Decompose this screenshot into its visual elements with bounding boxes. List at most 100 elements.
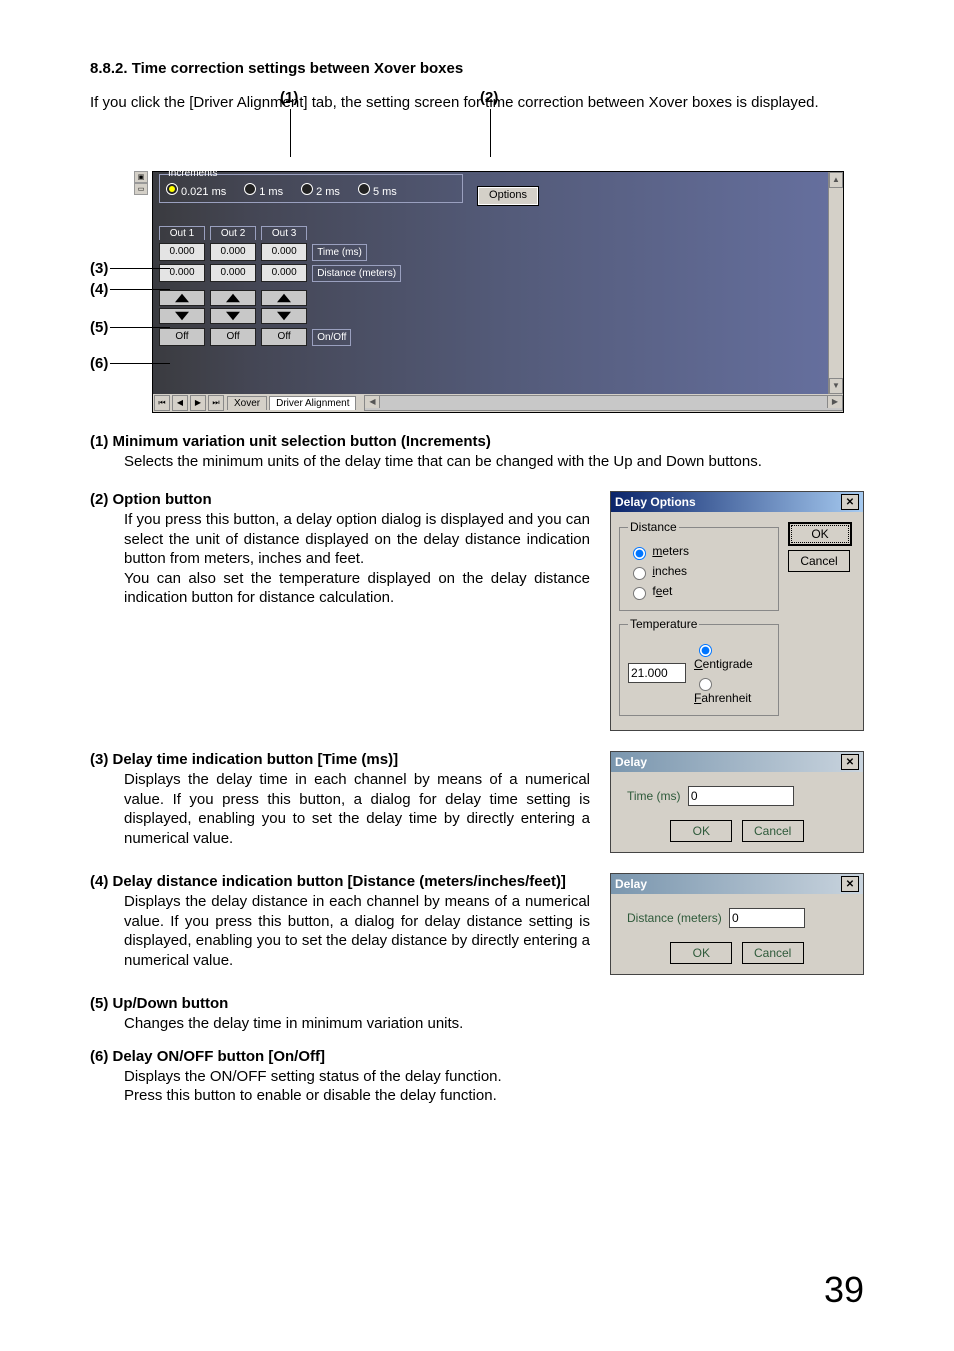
time-label: Time (ms) <box>627 789 681 803</box>
out3-header: Out 3 <box>261 226 307 240</box>
radio-meters[interactable]: meters <box>628 544 770 560</box>
annotation-line <box>290 109 291 157</box>
annotation-line <box>110 327 170 328</box>
tab-nav-prev[interactable]: ◀ <box>172 395 188 411</box>
out1-header: Out 1 <box>159 226 205 240</box>
ok-button[interactable]: OK <box>670 820 732 842</box>
horizontal-scrollbar[interactable]: ◀ ▶ <box>364 395 843 411</box>
item5-body: Changes the delay time in minimum variat… <box>124 1014 864 1034</box>
annotation-line <box>490 109 491 157</box>
up-button-out3[interactable] <box>261 290 307 306</box>
temperature-legend: Temperature <box>628 617 699 631</box>
annotation-4-label: (4) <box>90 281 108 298</box>
delay-options-title: Delay Options <box>615 495 696 509</box>
down-button-out3[interactable] <box>261 308 307 324</box>
annotation-6-label: (6) <box>90 355 108 372</box>
section-heading: 8.8.2. Time correction settings between … <box>90 60 864 77</box>
close-icon[interactable]: ✕ <box>841 494 859 510</box>
item1-title: (1) Minimum variation unit selection but… <box>90 433 864 450</box>
increment-radio-5[interactable]: 5 ms <box>358 183 397 198</box>
hscroll-right-icon[interactable]: ▶ <box>827 396 842 408</box>
time-out2[interactable]: 0.000 <box>210 243 256 261</box>
distance-fieldset: Distance meters inches feet <box>619 520 779 611</box>
out-columns: Out 1 Out 2 Out 3 0.000 0.000 0.000 Time… <box>159 226 401 346</box>
onoff-out3[interactable]: Off <box>261 328 307 346</box>
dist-out3[interactable]: 0.000 <box>261 264 307 282</box>
hscroll-left-icon[interactable]: ◀ <box>365 396 380 408</box>
temperature-input[interactable] <box>628 663 686 683</box>
page-number: 39 <box>824 1269 864 1311</box>
temperature-fieldset: Temperature Centigrade Fahrenheit <box>619 617 779 716</box>
options-button[interactable]: Options <box>477 186 539 206</box>
item5-title: (5) Up/Down button <box>90 995 864 1012</box>
increment-radio-2[interactable]: 2 ms <box>301 183 340 198</box>
item4-title: (4) Delay distance indication button [Di… <box>90 873 590 890</box>
item3-body: Displays the delay time in each channel … <box>124 770 590 848</box>
item3-title: (3) Delay time indication button [Time (… <box>90 751 590 768</box>
tab-bar: ⏮ ◀ ▶ ⏭ Xover Driver Alignment ◀ ▶ <box>152 394 844 413</box>
annotation-2-label: (2) <box>480 89 498 106</box>
radio-centigrade[interactable]: Centigrade <box>694 641 770 671</box>
radio-feet[interactable]: feet <box>628 584 770 600</box>
cancel-button[interactable]: Cancel <box>742 820 804 842</box>
delay-distance-dialog: Delay ✕ Distance (meters) OK Cancel <box>610 873 864 975</box>
annotation-1-label: (1) <box>280 89 298 106</box>
ok-button[interactable]: OK <box>788 522 852 546</box>
item1-body: Selects the minimum units of the delay t… <box>124 452 864 472</box>
dist-out1[interactable]: 0.000 <box>159 264 205 282</box>
intro-paragraph: If you click the [Driver Alignment] tab,… <box>90 93 864 113</box>
item6-body2: Press this button to enable or disable t… <box>124 1086 864 1106</box>
annotation-line <box>110 289 170 290</box>
dist-out2[interactable]: 0.000 <box>210 264 256 282</box>
cancel-button[interactable]: Cancel <box>742 942 804 964</box>
pane-collapse-toggle[interactable]: ▣▭ <box>134 171 148 195</box>
item4-body: Displays the delay distance in each chan… <box>124 892 590 970</box>
tab-driver-alignment[interactable]: Driver Alignment <box>269 396 356 410</box>
distance-input[interactable] <box>729 908 805 928</box>
delay-time-dialog: Delay ✕ Time (ms) OK Cancel <box>610 751 864 853</box>
close-icon[interactable]: ✕ <box>841 876 859 892</box>
item2-body1: If you press this button, a delay option… <box>124 510 590 569</box>
time-out3[interactable]: 0.000 <box>261 243 307 261</box>
item2-body2: You can also set the temperature display… <box>124 569 590 608</box>
time-row-label: Time (ms) <box>312 244 367 261</box>
annotation-3-label: (3) <box>90 260 108 277</box>
cancel-button[interactable]: Cancel <box>788 550 850 572</box>
onoff-row-label: On/Off <box>312 329 351 346</box>
close-icon[interactable]: ✕ <box>841 754 859 770</box>
delay-dist-title: Delay <box>615 877 647 891</box>
distance-legend: Distance <box>628 520 679 534</box>
item6-body1: Displays the ON/OFF setting status of th… <box>124 1067 864 1087</box>
onoff-out1[interactable]: Off <box>159 328 205 346</box>
up-button-out1[interactable] <box>159 290 205 306</box>
tab-nav-last[interactable]: ⏭ <box>208 395 224 411</box>
down-button-out2[interactable] <box>210 308 256 324</box>
out2-header: Out 2 <box>210 226 256 240</box>
time-input[interactable] <box>688 786 794 806</box>
down-button-out1[interactable] <box>159 308 205 324</box>
increment-radio-0021[interactable]: 0.021 ms <box>166 183 226 198</box>
annotation-5-label: (5) <box>90 319 108 336</box>
scroll-down-icon[interactable]: ▼ <box>829 378 843 394</box>
radio-fahrenheit[interactable]: Fahrenheit <box>694 675 770 705</box>
annotation-line <box>110 268 170 269</box>
increments-group: Increments 0.021 ms 1 ms 2 ms 5 ms <box>159 174 463 203</box>
scroll-up-icon[interactable]: ▲ <box>829 172 843 188</box>
vertical-scrollbar[interactable]: ▲ ▼ <box>828 172 843 394</box>
tab-nav-first[interactable]: ⏮ <box>154 395 170 411</box>
ok-button[interactable]: OK <box>670 942 732 964</box>
up-button-out2[interactable] <box>210 290 256 306</box>
increment-radio-1[interactable]: 1 ms <box>244 183 283 198</box>
radio-inches[interactable]: inches <box>628 564 770 580</box>
distance-label: Distance (meters) <box>627 911 722 925</box>
tab-nav-next[interactable]: ▶ <box>190 395 206 411</box>
increments-legend: Increments <box>166 168 219 179</box>
time-out1[interactable]: 0.000 <box>159 243 205 261</box>
driver-alignment-screenshot: ▣▭ Increments 0.021 ms 1 ms 2 ms 5 ms Op… <box>134 171 844 413</box>
annotation-line <box>110 363 170 364</box>
onoff-out2[interactable]: Off <box>210 328 256 346</box>
distance-row-label: Distance (meters) <box>312 265 401 282</box>
item6-title: (6) Delay ON/OFF button [On/Off] <box>90 1048 864 1065</box>
delay-options-dialog: Delay Options ✕ Distance meters inches f… <box>610 491 864 731</box>
tab-xover[interactable]: Xover <box>227 396 267 410</box>
